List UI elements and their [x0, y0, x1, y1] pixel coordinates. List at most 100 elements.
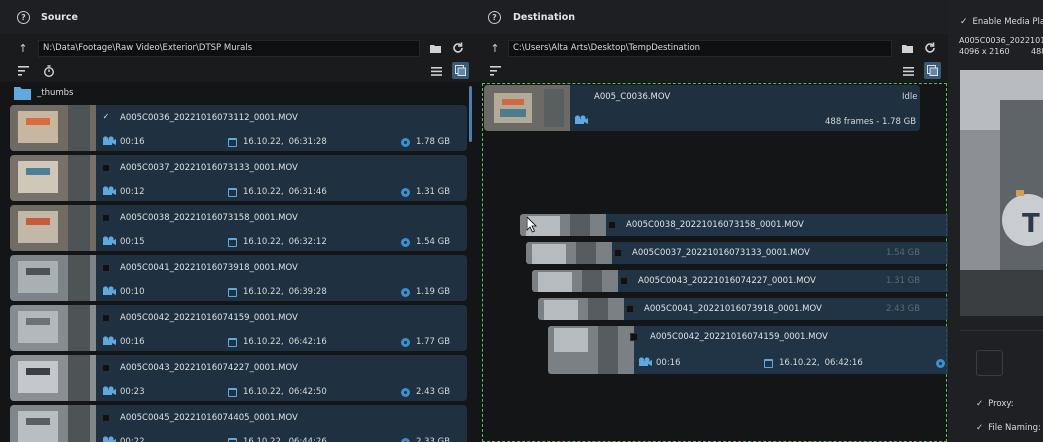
file-name: A005C0041_20221016073918_0001.MOV — [644, 304, 822, 314]
video-thumbnail — [10, 355, 96, 401]
source-header: ? Source — [0, 0, 474, 34]
video-camera-icon — [638, 357, 652, 367]
date: 16.10.22, — [243, 187, 284, 197]
thumbnail-view-icon[interactable] — [452, 62, 469, 79]
thumbnail-view-icon[interactable] — [924, 62, 941, 79]
clip-extra: 488 — [1031, 47, 1043, 56]
help-icon[interactable]: ? — [17, 10, 30, 24]
disk-icon — [936, 358, 945, 368]
select-checkbox — [626, 305, 634, 313]
status-label: Idle — [902, 92, 918, 102]
select-checkbox[interactable] — [102, 314, 110, 322]
refresh-icon[interactable] — [449, 39, 467, 57]
select-checkbox[interactable] — [102, 264, 110, 272]
file-row[interactable]: A005C0038_20221016073158_0001.MOV 00:15 16… — [10, 205, 467, 251]
dragged-file-row: A005C0038_20221016073158_0001.MOV — [520, 214, 976, 236]
select-checkbox[interactable] — [102, 164, 110, 172]
date: 16.10.22, — [243, 337, 284, 347]
size-field: 1.31 GB — [401, 187, 450, 197]
date: 16.10.22, — [243, 137, 284, 147]
disk-icon — [401, 137, 410, 147]
time: 06:39:28 — [288, 287, 327, 297]
file-name: A005C0043_20221016074227_0001.MOV — [120, 363, 298, 373]
size-field: 2.33 GB — [401, 437, 450, 442]
source-path-input[interactable]: N:\Data\Footage\Raw Video\Exterior\DTSP … — [38, 39, 420, 57]
file-name: A005C0038_20221016073158_0001.MOV — [120, 213, 298, 223]
date-field: 16.10.22, 06:44:26 — [228, 437, 327, 442]
file-size: 1.54 GB — [416, 237, 451, 247]
up-arrow-icon[interactable]: ↑ — [486, 39, 504, 57]
list-view-icon[interactable] — [899, 62, 917, 80]
video-thumbnail — [10, 405, 96, 442]
time: 06:32:12 — [288, 237, 327, 247]
checkmark-icon: ✓ — [976, 399, 984, 409]
file-row[interactable]: A005C0043_20221016074227_0001.MOV 00:23 16… — [10, 355, 467, 401]
time: 06:42:16 — [824, 358, 863, 368]
thumbnail-frame[interactable] — [976, 350, 1003, 376]
scrollbar-thumb[interactable] — [469, 86, 472, 142]
date: 16.10.22, — [243, 237, 284, 247]
file-row[interactable]: A005C0042_20221016074159_0001.MOV 00:16 16… — [10, 305, 467, 351]
proxy-toggle[interactable]: ✓ Proxy: — [976, 399, 1014, 409]
video-thumbnail — [532, 270, 618, 292]
video-camera-icon — [574, 115, 588, 125]
select-checkbox — [620, 277, 628, 285]
file-size: 2.33 GB — [416, 437, 451, 442]
file-size-faded: 1.54 GB — [886, 248, 921, 258]
refresh-icon[interactable] — [921, 39, 939, 57]
date-field: 16.10.22, 06:42:16 — [228, 337, 327, 347]
destination-path-row: ↑ C:\Users\Alta Arts\Desktop\TempDestina… — [486, 36, 946, 60]
file-size: 1.19 GB — [416, 287, 451, 297]
file-name: A005C0041_20221016073918_0001.MOV — [120, 263, 298, 273]
video-thumbnail — [10, 155, 96, 201]
timer-icon[interactable] — [40, 62, 58, 80]
dragged-file-row: A005C0037_20221016073133_0001.MOV 1.54 GB — [526, 242, 973, 264]
sort-icon[interactable] — [486, 62, 504, 80]
help-icon[interactable]: ? — [488, 10, 501, 24]
file-row[interactable]: A005C0037_20221016073133_0001.MOV 00:12 16… — [10, 155, 467, 201]
video-preview[interactable]: T — [960, 70, 1043, 316]
select-checkbox[interactable] — [102, 214, 110, 222]
list-view-icon[interactable] — [427, 62, 445, 80]
file-size: 2.43 GB — [416, 387, 451, 397]
file-name: A005C0038_20221016073158_0001.MOV — [626, 220, 804, 230]
disk-icon — [401, 437, 410, 442]
select-checkbox[interactable] — [102, 364, 110, 372]
enable-media-player-toggle[interactable]: ✓ Enable Media Pla — [960, 17, 1043, 27]
video-camera-icon — [102, 436, 116, 442]
time: 06:31:46 — [288, 187, 327, 197]
duration: 00:16 — [120, 337, 145, 347]
file-row[interactable]: ✓ A005C0036_20221016073112_0001.MOV 00:16 1… — [10, 105, 467, 151]
destination-path-input[interactable]: C:\Users\Alta Arts\Desktop\TempDestinati… — [508, 39, 892, 57]
video-camera-icon — [102, 336, 116, 346]
select-checkbox[interactable]: ✓ — [102, 112, 110, 121]
file-name: A005C0037_20221016073133_0001.MOV — [632, 248, 810, 258]
divider — [960, 330, 1043, 331]
select-checkbox — [630, 333, 638, 341]
file-naming-toggle[interactable]: ✓ File Naming: — [976, 423, 1041, 433]
size-field: 2.43 GB — [401, 387, 450, 397]
video-thumbnail — [10, 305, 96, 351]
destination-item[interactable]: A005_C0036.MOV Idle 488 frames - 1.78 GB — [484, 85, 920, 131]
duration: 00:22 — [120, 437, 145, 442]
file-row[interactable]: A005C0045_20221016074405_0001.MOV 00:22 16… — [10, 405, 467, 442]
folder-icon[interactable] — [426, 39, 444, 57]
folder-icon — [14, 87, 31, 100]
file-naming-label: File Naming: — [988, 423, 1041, 433]
disk-icon — [401, 187, 410, 197]
calendar-icon — [228, 237, 237, 247]
folder-icon[interactable] — [898, 39, 916, 57]
file-row[interactable]: A005C0041_20221016073918_0001.MOV 00:10 16… — [10, 255, 467, 301]
duration: 00:23 — [120, 387, 145, 397]
destination-title: Destination — [513, 11, 576, 23]
source-title: Source — [41, 11, 78, 23]
sort-icon[interactable] — [14, 62, 32, 80]
calendar-icon — [228, 387, 237, 397]
clip-resolution: 4096 x 2160 — [959, 47, 1010, 56]
video-thumbnail — [10, 205, 96, 251]
up-arrow-icon[interactable]: ↑ — [14, 39, 32, 57]
destination-file-list: A005_C0036.MOV Idle 488 frames - 1.78 GB… — [474, 82, 976, 442]
folder-row[interactable]: _thumbs — [14, 86, 73, 100]
select-checkbox[interactable] — [102, 414, 110, 422]
date-field: 16.10.22, 06:42:50 — [228, 387, 327, 397]
